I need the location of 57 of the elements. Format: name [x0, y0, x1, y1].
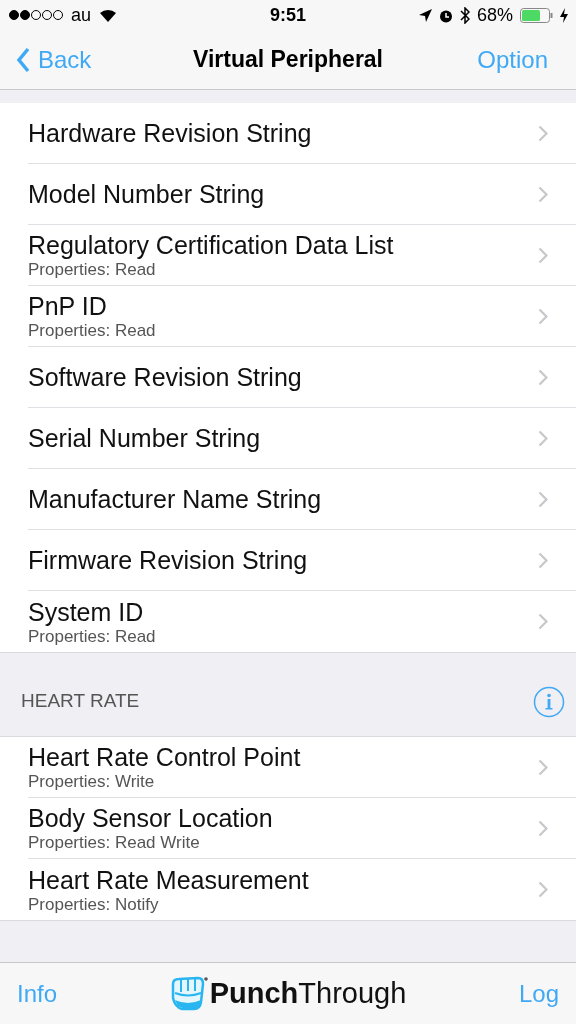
- charging-icon: [560, 7, 568, 23]
- chevron-icon: [538, 124, 548, 142]
- row-subtitle: Properties: Read Write: [28, 833, 201, 852]
- row-title: Heart Rate Control Point: [28, 743, 301, 772]
- row-title: Body Sensor Location: [28, 804, 273, 833]
- wifi-icon: [98, 7, 119, 23]
- chevron-icon: [538, 185, 548, 203]
- location-icon: [418, 8, 432, 22]
- chevron-icon: [538, 246, 548, 264]
- chevron-icon: [538, 551, 548, 569]
- row-title: System ID: [28, 597, 145, 627]
- row-title: Software Revision String: [28, 362, 302, 392]
- nav-title: Virtual Peripheral: [191, 46, 384, 73]
- chevron-icon: [538, 613, 548, 630]
- chevron-icon: [538, 758, 548, 776]
- characteristic-row[interactable]: Manufacturer Name String: [28, 469, 576, 530]
- row-subtitle: Properties: Read: [28, 260, 157, 279]
- row-title: Firmware Revision String: [28, 545, 308, 575]
- section-header: HEART RATE: [21, 690, 140, 713]
- chevron-icon: [538, 881, 548, 898]
- row-title: Regulatory Certification Data List: [28, 231, 394, 260]
- row-title: Serial Number String: [28, 423, 261, 453]
- chevron-icon: [538, 307, 548, 325]
- characteristic-row[interactable]: Software Revision String: [28, 347, 576, 408]
- row-title: PnP ID: [28, 292, 108, 321]
- clock: 9:51: [269, 4, 307, 26]
- row-subtitle: Properties: Read: [28, 321, 156, 340]
- characteristic-row[interactable]: Regulatory Certification Data List Properties: Read: [28, 225, 576, 286]
- row-subtitle: Properties: Read: [28, 626, 156, 646]
- chevron-icon: [538, 368, 548, 386]
- characteristic-row[interactable]: Hardware Revision String: [28, 103, 576, 164]
- characteristic-row[interactable]: Model Number String: [28, 164, 576, 225]
- fist-icon: [169, 975, 208, 1012]
- chevron-icon: [538, 819, 548, 837]
- characteristic-row[interactable]: PnP ID Properties: Read: [28, 286, 576, 347]
- characteristic-row[interactable]: Body Sensor Location Properties: Read Write: [28, 798, 576, 859]
- row-subtitle: Properties: Notify: [28, 894, 160, 914]
- bluetooth-icon: [459, 6, 470, 24]
- battery-icon: [520, 7, 553, 23]
- characteristic-row[interactable]: Serial Number String: [28, 408, 576, 469]
- row-title: Hardware Revision String: [28, 118, 312, 148]
- characteristic-row[interactable]: System ID Properties: Read: [28, 591, 576, 652]
- characteristic-row[interactable]: Firmware Revision String: [28, 530, 576, 591]
- carrier: au: [71, 4, 92, 26]
- logo-text: PunchThrough: [209, 977, 407, 1010]
- row-title: Heart Rate Measurement: [28, 865, 309, 895]
- characteristic-row[interactable]: Heart Rate Measurement Properties: Notify: [28, 859, 576, 920]
- row-title: Manufacturer Name String: [28, 484, 322, 514]
- signal-icon: [8, 9, 64, 21]
- characteristic-row[interactable]: Heart Rate Control Point Properties: Write: [28, 737, 576, 798]
- info-icon[interactable]: [533, 686, 565, 718]
- chevron-icon: [538, 429, 548, 447]
- chevron-left-icon: [16, 46, 30, 73]
- battery-percent: 68%: [476, 4, 513, 26]
- row-subtitle: Properties: Write: [28, 772, 156, 791]
- row-title: Model Number String: [28, 179, 265, 209]
- chevron-icon: [538, 490, 548, 508]
